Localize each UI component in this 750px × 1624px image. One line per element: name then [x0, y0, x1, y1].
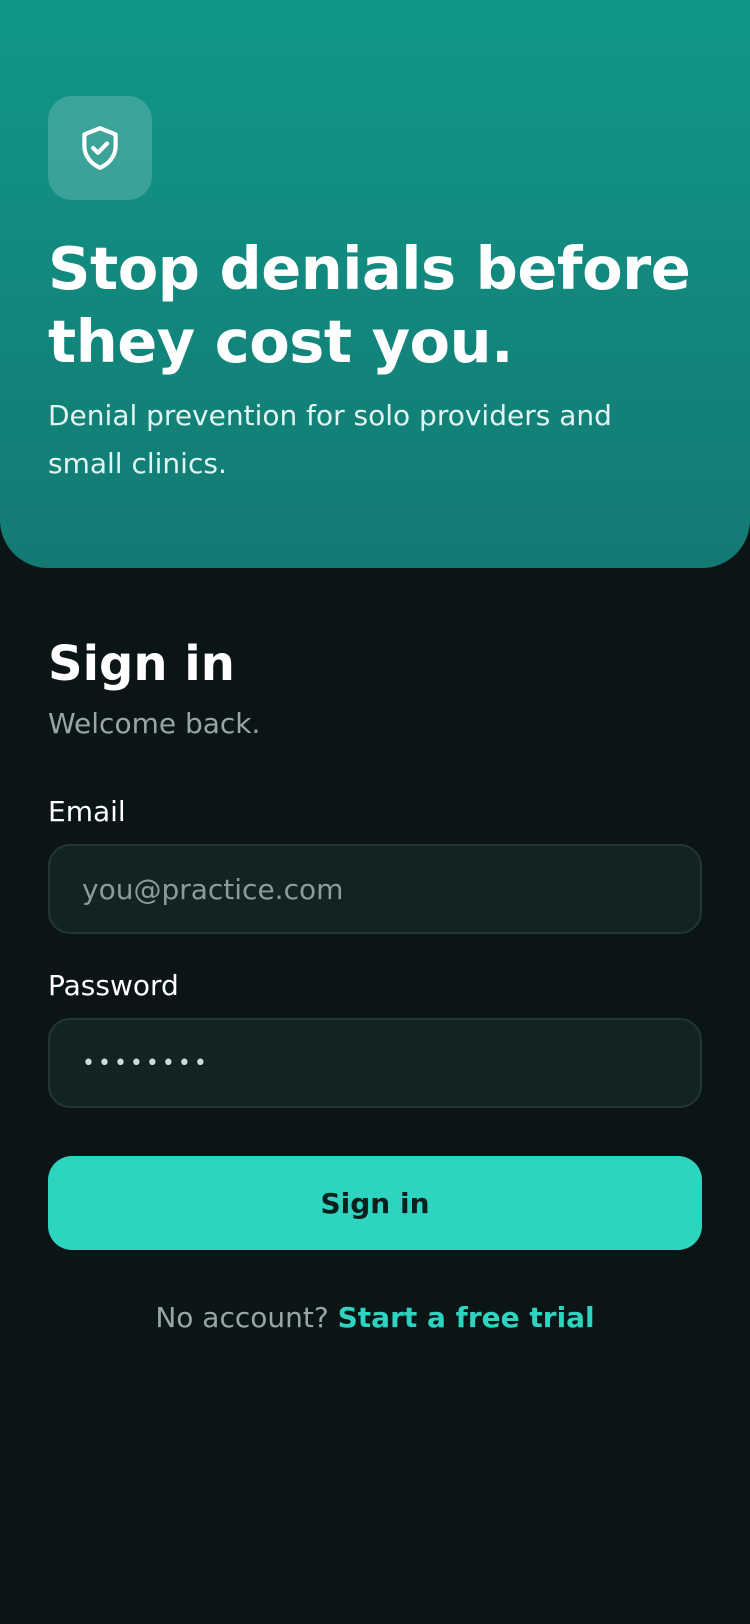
signin-subheading: Welcome back.: [48, 707, 261, 740]
email-field[interactable]: [82, 846, 700, 932]
email-label: Email: [48, 795, 126, 828]
password-field[interactable]: [82, 1020, 700, 1106]
logo-tile: [48, 96, 152, 200]
no-account-text: No account?: [155, 1301, 329, 1334]
shield-check-icon: [82, 126, 118, 170]
email-field-container: [48, 844, 702, 934]
hero-banner: Stop denials before they cost you. Denia…: [0, 0, 750, 568]
signin-button[interactable]: Sign in: [48, 1156, 702, 1250]
hero-title: Stop denials before they cost you.: [48, 234, 691, 376]
password-label: Password: [48, 969, 179, 1002]
signin-heading: Sign in: [48, 636, 235, 692]
hero-subtitle: Denial prevention for solo providers and…: [48, 399, 612, 480]
start-free-trial-link[interactable]: Start a free trial: [338, 1301, 595, 1334]
signup-prompt: No account? Start a free trial: [0, 1296, 750, 1340]
password-field-container: [48, 1018, 702, 1108]
